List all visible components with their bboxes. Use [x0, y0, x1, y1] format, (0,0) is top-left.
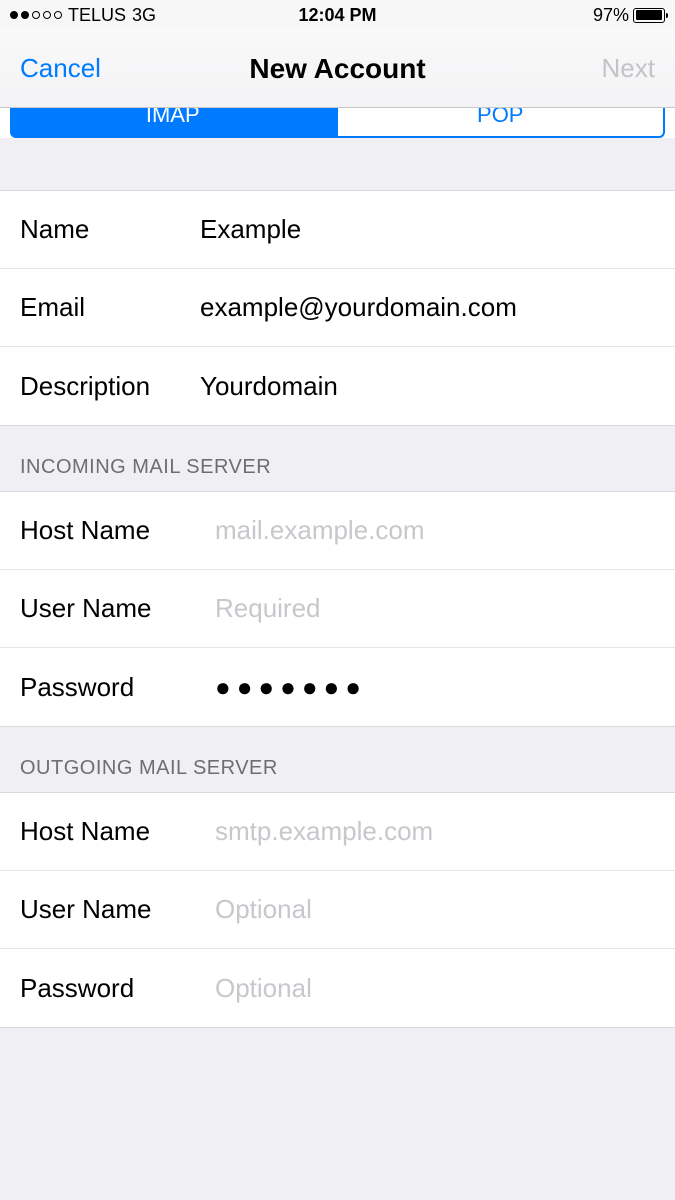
outgoing-group: Host Name User Name Password [0, 792, 675, 1028]
name-label: Name [20, 214, 200, 245]
outgoing-host-label: Host Name [20, 816, 215, 847]
outgoing-password-input[interactable] [215, 973, 655, 1004]
account-info-group: Name Email Description [0, 190, 675, 426]
incoming-password-row: Password ●●●●●●● [0, 648, 675, 726]
incoming-group: Host Name User Name Password ●●●●●●● [0, 491, 675, 727]
cancel-button[interactable]: Cancel [20, 53, 101, 84]
carrier-label: TELUS [68, 5, 126, 26]
battery-percent: 97% [593, 5, 629, 26]
battery-icon [633, 8, 665, 23]
description-input[interactable] [200, 371, 655, 402]
status-bar: TELUS 3G 12:04 PM 97% [0, 0, 675, 30]
spacer [0, 138, 675, 190]
outgoing-user-row: User Name [0, 871, 675, 949]
name-input[interactable] [200, 214, 655, 245]
description-row: Description [0, 347, 675, 425]
protocol-segment-control: IMAP POP [10, 108, 665, 138]
network-label: 3G [132, 5, 156, 26]
outgoing-user-input[interactable] [215, 894, 655, 925]
incoming-user-input[interactable] [215, 593, 655, 624]
status-left: TELUS 3G [10, 5, 156, 26]
incoming-host-label: Host Name [20, 515, 215, 546]
email-input[interactable] [200, 292, 655, 323]
incoming-user-label: User Name [20, 593, 215, 624]
next-button[interactable]: Next [602, 53, 655, 84]
incoming-password-input[interactable]: ●●●●●●● [215, 672, 367, 703]
email-label: Email [20, 292, 200, 323]
incoming-user-row: User Name [0, 570, 675, 648]
outgoing-password-label: Password [20, 973, 215, 1004]
outgoing-host-input[interactable] [215, 816, 655, 847]
page-title: New Account [249, 53, 425, 85]
segment-wrapper: IMAP POP [0, 108, 675, 138]
incoming-host-input[interactable] [215, 515, 655, 546]
segment-pop[interactable]: POP [336, 108, 666, 138]
outgoing-host-row: Host Name [0, 793, 675, 871]
name-row: Name [0, 191, 675, 269]
incoming-password-label: Password [20, 672, 215, 703]
segment-imap[interactable]: IMAP [10, 108, 336, 138]
navigation-bar: Cancel New Account Next [0, 30, 675, 108]
outgoing-user-label: User Name [20, 894, 215, 925]
signal-strength-icon [10, 11, 62, 19]
incoming-section-header: INCOMING MAIL SERVER [0, 426, 675, 491]
status-time: 12:04 PM [298, 5, 376, 26]
email-row: Email [0, 269, 675, 347]
status-right: 97% [593, 5, 665, 26]
outgoing-password-row: Password [0, 949, 675, 1027]
outgoing-section-header: OUTGOING MAIL SERVER [0, 727, 675, 792]
incoming-host-row: Host Name [0, 492, 675, 570]
description-label: Description [20, 371, 200, 402]
